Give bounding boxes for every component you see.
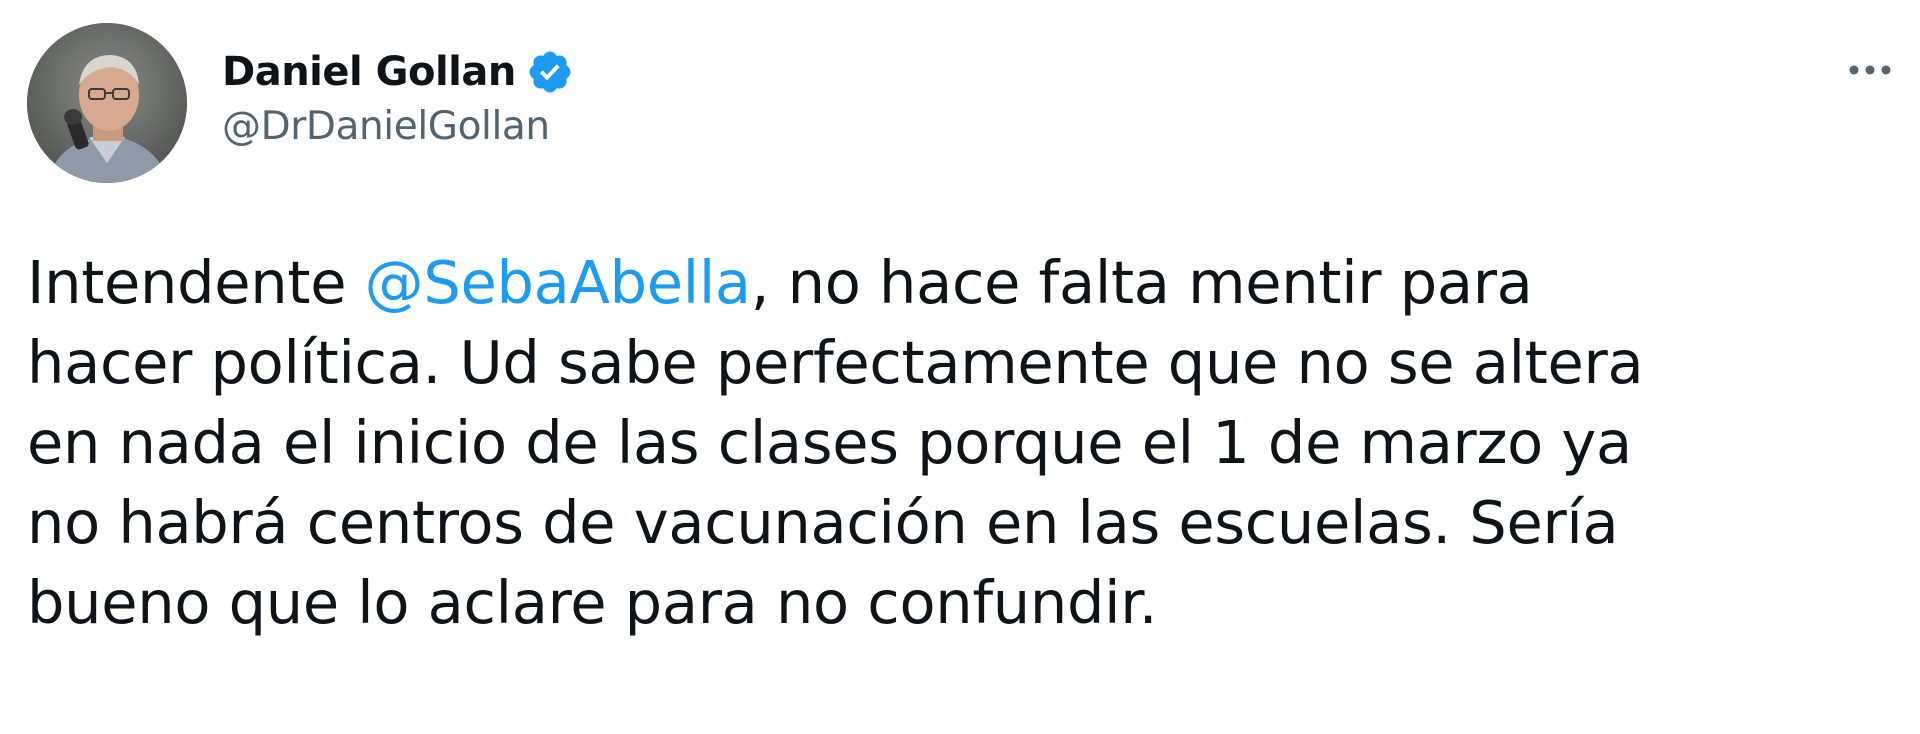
more-options-icon: [1849, 65, 1891, 75]
author-display-name[interactable]: Daniel Gollan: [222, 49, 516, 95]
mention-link[interactable]: @SebaAbella: [365, 248, 751, 317]
avatar[interactable]: [27, 23, 187, 183]
author-name-row: Daniel Gollan: [222, 46, 574, 98]
author-block: Daniel Gollan @DrDanielGollan: [222, 46, 574, 149]
author-handle[interactable]: @DrDanielGollan: [222, 104, 574, 149]
verified-badge-icon: [526, 48, 574, 96]
tweet-card: Daniel Gollan @DrDanielGollan Intendente…: [0, 0, 1920, 734]
tweet-text-start: Intendente: [27, 248, 365, 317]
avatar-photo: [27, 23, 187, 183]
tweet-text: Intendente @SebaAbella, no hace falta me…: [27, 243, 1877, 643]
more-options-button[interactable]: [1842, 46, 1898, 94]
